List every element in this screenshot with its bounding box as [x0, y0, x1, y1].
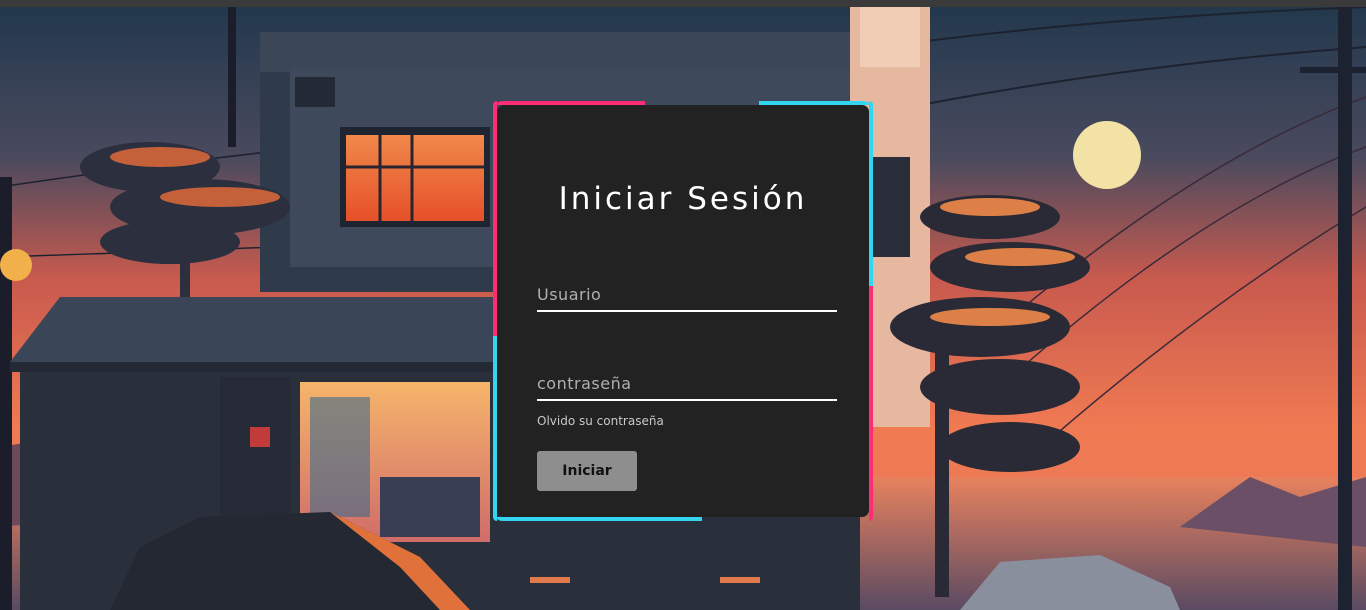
login-card-frame: Iniciar Sesión Olvido su contraseña Inic… [493, 101, 873, 521]
login-title: Iniciar Sesión [558, 181, 808, 217]
password-field [537, 361, 837, 401]
browser-top-strip [0, 0, 1366, 7]
login-card: Iniciar Sesión Olvido su contraseña Inic… [497, 105, 869, 517]
password-input[interactable] [537, 361, 837, 399]
forgot-password-link[interactable]: Olvido su contraseña [537, 414, 664, 428]
card-accent-border [869, 101, 873, 286]
card-accent-border [869, 286, 873, 521]
username-input[interactable] [537, 272, 837, 310]
login-submit-button[interactable]: Iniciar [537, 451, 637, 491]
username-field [537, 272, 837, 312]
